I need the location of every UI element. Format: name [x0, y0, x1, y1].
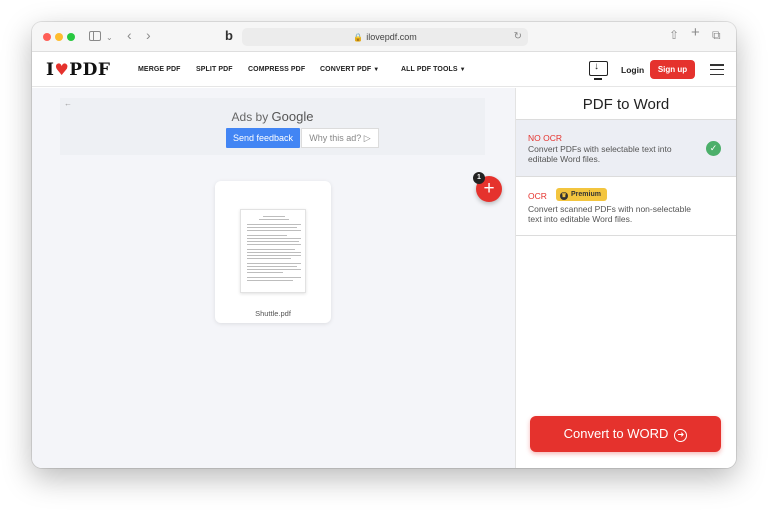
google-label: Google	[271, 109, 314, 124]
bing-icon[interactable]: b	[225, 29, 233, 43]
caret-down-icon: ▼	[373, 67, 380, 73]
site-header: I♥PDF MERGE PDF SPLIT PDF COMPRESS PDF C…	[32, 53, 736, 87]
file-name: Shuttle.pdf	[255, 309, 291, 318]
browser-toolbar: ⌄ ‹ › b 🔒 ilovepdf.com ↻ ⇧ + ⧉	[32, 22, 736, 52]
reload-icon[interactable]: ↻	[514, 28, 522, 46]
close-window-button[interactable]	[43, 33, 51, 41]
caret-down-icon: ▼	[459, 67, 466, 73]
option-title: NO OCR	[528, 133, 562, 143]
ilovepdf-logo[interactable]: I♥PDF	[46, 60, 110, 80]
nav-merge-pdf[interactable]: MERGE PDF	[138, 66, 181, 73]
crown-icon: ♛	[560, 192, 568, 200]
chevron-down-icon[interactable]: ⌄	[106, 31, 113, 45]
option-no-ocr[interactable]: NO OCR Convert PDFs with selectable text…	[516, 119, 736, 177]
file-card[interactable]: Shuttle.pdf	[215, 181, 331, 323]
forward-icon[interactable]: ›	[146, 28, 151, 42]
ads-by-google: Ads by Google	[60, 109, 485, 124]
heart-icon: ♥	[54, 60, 70, 79]
tool-title: PDF to Word	[582, 96, 670, 113]
address-url: ilovepdf.com	[366, 32, 417, 42]
file-workspace: ← Ads by Google Send feedback Why this a…	[32, 88, 515, 468]
lock-icon: 🔒	[353, 33, 364, 42]
checkmark-icon: ✓	[706, 141, 721, 156]
share-icon[interactable]: ⇧	[669, 28, 679, 42]
desktop-download-icon[interactable]: ↓	[589, 61, 608, 80]
ads-by-label: Ads by	[231, 110, 269, 124]
nav-convert-pdf-label: CONVERT PDF	[320, 66, 372, 73]
option-description: Convert PDFs with selectable text into e…	[528, 144, 672, 164]
convert-button-label: Convert to WORD	[563, 426, 669, 441]
why-this-ad-button[interactable]: Why this ad? ▷	[301, 128, 379, 148]
signup-button[interactable]: Sign up	[650, 60, 695, 79]
file-count-badge: 1	[473, 172, 485, 184]
premium-badge: ♛ Premium	[556, 188, 607, 201]
option-ocr[interactable]: OCR ♛ Premium Convert scanned PDFs with n…	[516, 178, 736, 236]
arrow-right-circle-icon: ➜	[674, 429, 688, 442]
back-icon[interactable]: ‹	[127, 28, 132, 42]
maximize-window-button[interactable]	[67, 33, 75, 41]
ad-back-icon[interactable]: ←	[64, 99, 72, 108]
pdf-thumbnail	[240, 209, 306, 293]
nav-convert-pdf[interactable]: CONVERT PDF ▼	[320, 66, 379, 73]
login-link[interactable]: Login	[621, 65, 644, 75]
tab-overview-icon[interactable]: ⧉	[712, 28, 721, 42]
ad-banner: ← Ads by Google Send feedback Why this a…	[60, 98, 485, 155]
nav-all-pdf-tools-label: ALL PDF TOOLS	[401, 66, 458, 73]
new-tab-icon[interactable]: +	[691, 25, 700, 40]
premium-label: Premium	[571, 191, 601, 198]
sidebar-toggle-icon[interactable]	[89, 31, 101, 41]
menu-icon[interactable]	[710, 64, 724, 76]
nav-all-pdf-tools[interactable]: ALL PDF TOOLS ▼	[401, 66, 466, 73]
browser-window: ⌄ ‹ › b 🔒 ilovepdf.com ↻ ⇧ + ⧉ I♥PDF MERG…	[32, 22, 736, 468]
options-sidebar: PDF to Word NO OCR Convert PDFs with sel…	[515, 88, 736, 468]
nav-compress-pdf[interactable]: COMPRESS PDF	[248, 66, 305, 73]
option-description: Convert scanned PDFs with non-selectable…	[528, 204, 691, 224]
logo-word: PDF	[69, 60, 111, 80]
address-bar[interactable]: 🔒 ilovepdf.com ↻	[242, 28, 528, 46]
convert-to-word-button[interactable]: Convert to WORD ➜	[530, 416, 721, 452]
minimize-window-button[interactable]	[55, 33, 63, 41]
option-title: OCR	[528, 191, 547, 201]
send-feedback-button[interactable]: Send feedback	[226, 128, 300, 148]
nav-split-pdf[interactable]: SPLIT PDF	[196, 66, 233, 73]
